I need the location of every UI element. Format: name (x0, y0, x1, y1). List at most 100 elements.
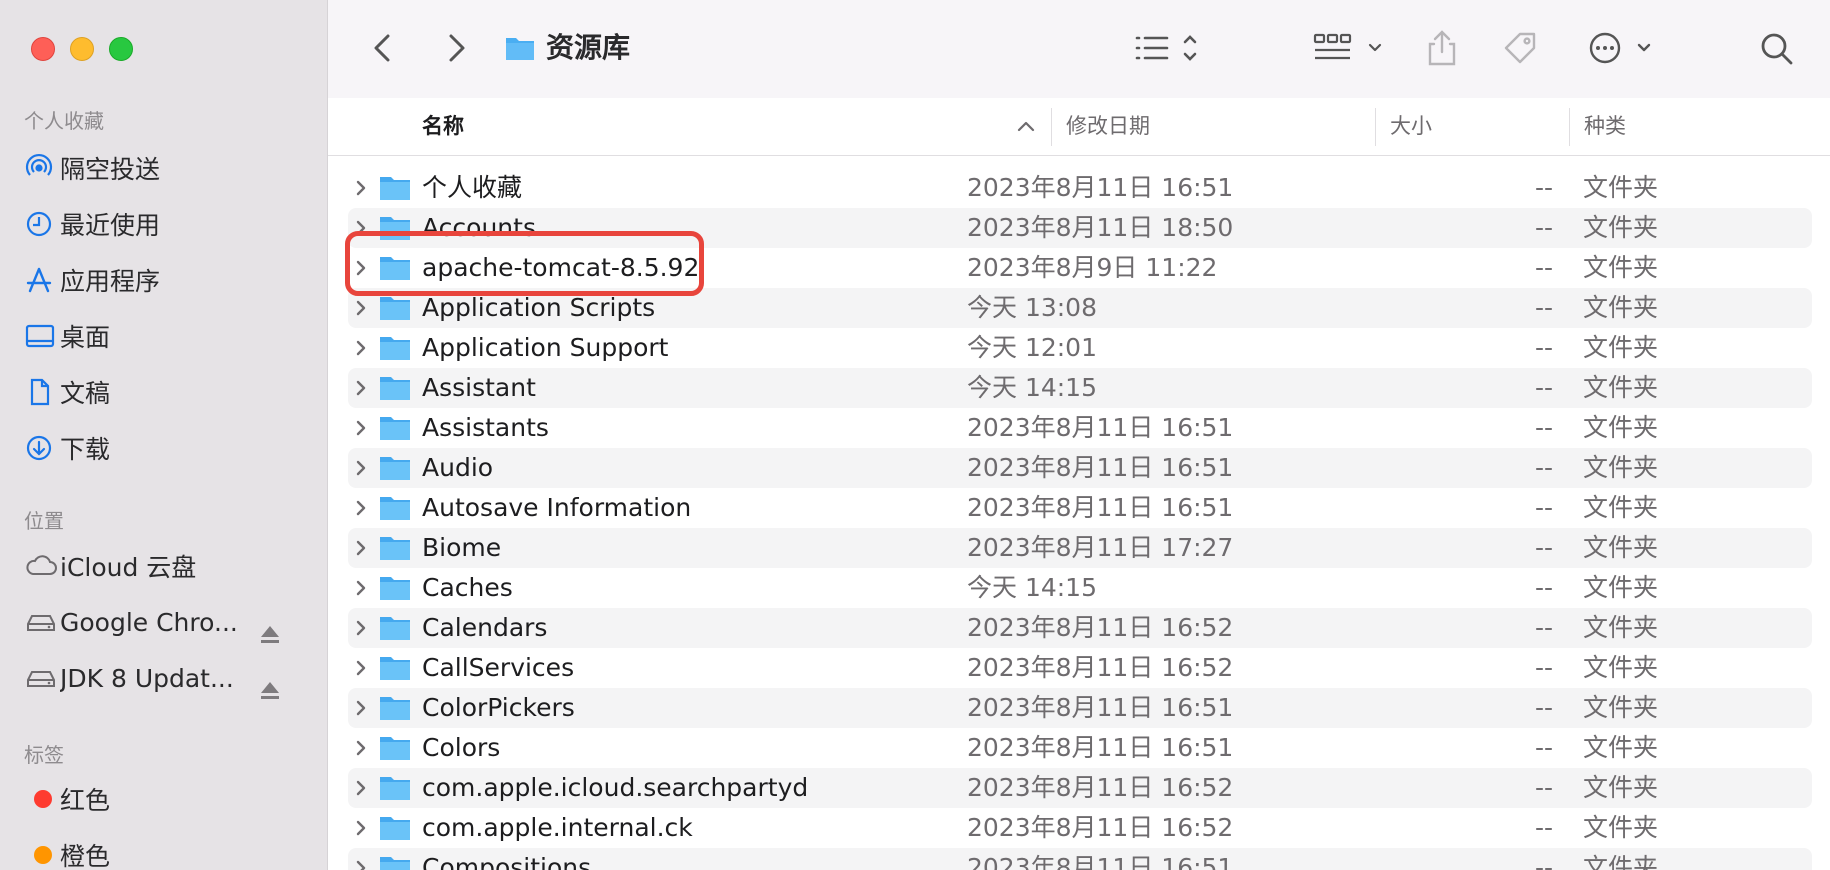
disclosure-chevron-icon[interactable] (353, 218, 369, 238)
file-row[interactable]: Accounts 2023年8月11日 18:50 -- 文件夹 (348, 208, 1812, 248)
file-name: com.apple.icloud.searchpartyd (422, 773, 809, 802)
disclosure-chevron-icon[interactable] (353, 418, 369, 438)
sidebar-item-documents[interactable]: 文稿 (24, 372, 314, 412)
forward-button[interactable] (441, 24, 471, 72)
file-date: 2023年8月11日 16:51 (967, 853, 1234, 870)
disclosure-chevron-icon[interactable] (353, 738, 369, 758)
file-date: 2023年8月11日 16:52 (967, 813, 1234, 842)
search-icon[interactable] (1759, 24, 1795, 72)
file-row[interactable]: 个人收藏 2023年8月11日 16:51 -- 文件夹 (348, 168, 1812, 208)
zoom-button[interactable] (109, 37, 133, 61)
file-row[interactable]: Audio 2023年8月11日 16:51 -- 文件夹 (348, 448, 1812, 488)
disclosure-chevron-icon[interactable] (353, 458, 369, 478)
file-row[interactable]: Compositions 2023年8月11日 16:51 -- 文件夹 (348, 848, 1812, 870)
file-row[interactable]: Calendars 2023年8月11日 16:52 -- 文件夹 (348, 608, 1812, 648)
file-kind: 文件夹 (1583, 173, 1659, 202)
file-date: 2023年8月11日 18:50 (967, 213, 1234, 242)
sidebar-item-desktop[interactable]: 桌面 (24, 316, 314, 356)
column-header-name[interactable]: 名称 (422, 98, 464, 155)
file-row[interactable]: Caches 今天 14:15 -- 文件夹 (348, 568, 1812, 608)
file-row[interactable]: Biome 2023年8月11日 17:27 -- 文件夹 (348, 528, 1812, 568)
file-date: 2023年8月11日 16:51 (967, 173, 1234, 202)
disclosure-chevron-icon[interactable] (353, 498, 369, 518)
sidebar-item-tag-red[interactable]: 红色 (24, 779, 314, 819)
file-size: -- (1535, 693, 1554, 722)
file-kind: 文件夹 (1583, 453, 1659, 482)
file-row[interactable]: CallServices 2023年8月11日 16:52 -- 文件夹 (348, 648, 1812, 688)
file-row[interactable]: com.apple.icloud.searchpartyd 2023年8月11日 … (348, 768, 1812, 808)
desktop-icon (24, 320, 60, 352)
file-row[interactable]: Assistants 2023年8月11日 16:51 -- 文件夹 (348, 408, 1812, 448)
disclosure-chevron-icon[interactable] (353, 338, 369, 358)
disclosure-chevron-icon[interactable] (353, 778, 369, 798)
folder-icon (378, 734, 412, 762)
folder-icon (378, 854, 412, 870)
file-name: CallServices (422, 653, 575, 682)
tag-icon[interactable] (1500, 24, 1542, 72)
disclosure-chevron-icon[interactable] (353, 538, 369, 558)
sidebar-item-label: 应用程序 (60, 267, 161, 296)
more-actions-button[interactable] (1587, 24, 1655, 72)
column-divider[interactable] (1569, 108, 1570, 146)
disclosure-chevron-icon[interactable] (353, 378, 369, 398)
file-row[interactable]: com.apple.internal.ck 2023年8月11日 16:52 -- 文… (348, 808, 1812, 848)
file-size: -- (1535, 493, 1554, 522)
sidebar-item-recents[interactable]: 最近使用 (24, 204, 314, 244)
minimize-button[interactable] (70, 37, 94, 61)
file-date: 2023年8月11日 16:52 (967, 773, 1234, 802)
back-button[interactable] (368, 24, 398, 72)
column-header-date[interactable]: 修改日期 (1066, 98, 1150, 155)
file-name: Application Support (422, 333, 669, 362)
column-divider[interactable] (1375, 108, 1376, 146)
share-icon[interactable] (1426, 24, 1458, 72)
file-row[interactable]: Colors 2023年8月11日 16:51 -- 文件夹 (348, 728, 1812, 768)
sidebar-item-icloud[interactable]: iCloud 云盘 (24, 546, 314, 586)
file-name: Assistants (422, 413, 549, 442)
disclosure-chevron-icon[interactable] (353, 698, 369, 718)
disclosure-chevron-icon[interactable] (353, 858, 369, 870)
file-size: -- (1535, 613, 1554, 642)
file-row[interactable]: ColorPickers 2023年8月11日 16:51 -- 文件夹 (348, 688, 1812, 728)
disclosure-chevron-icon[interactable] (353, 258, 369, 278)
file-date: 2023年8月11日 17:27 (967, 533, 1234, 562)
sidebar-item-applications[interactable]: 应用程序 (24, 260, 314, 300)
folder-icon (378, 574, 412, 602)
eject-icon[interactable] (258, 679, 282, 705)
sort-ascending-icon[interactable] (1016, 118, 1036, 138)
file-row[interactable]: Application Scripts 今天 13:08 -- 文件夹 (348, 288, 1812, 328)
disclosure-chevron-icon[interactable] (353, 178, 369, 198)
file-row[interactable]: Assistant 今天 14:15 -- 文件夹 (348, 368, 1812, 408)
disclosure-chevron-icon[interactable] (353, 618, 369, 638)
column-divider[interactable] (1051, 108, 1052, 146)
sidebar-item-tag-orange[interactable]: 橙色 (24, 835, 314, 870)
file-date: 2023年8月11日 16:52 (967, 613, 1234, 642)
file-size: -- (1535, 253, 1554, 282)
disclosure-chevron-icon[interactable] (353, 578, 369, 598)
disclosure-chevron-icon[interactable] (353, 658, 369, 678)
folder-icon (378, 374, 412, 402)
group-button[interactable] (1312, 24, 1386, 72)
file-row[interactable]: Application Support 今天 12:01 -- 文件夹 (348, 328, 1812, 368)
file-row[interactable]: Autosave Information 2023年8月11日 16:51 -- 文件… (348, 488, 1812, 528)
column-header-size[interactable]: 大小 (1390, 98, 1432, 155)
cloud-icon (24, 550, 60, 582)
file-name: Colors (422, 733, 501, 762)
sidebar-item-downloads[interactable]: 下载 (24, 428, 314, 468)
sidebar-item-label: iCloud 云盘 (60, 553, 197, 582)
favorites-section-title: 个人收藏 (24, 109, 104, 133)
sidebar-item-airdrop[interactable]: 隔空投送 (24, 148, 314, 188)
sidebar-item-label: 橙色 (60, 842, 111, 870)
file-name: 个人收藏 (422, 173, 523, 202)
file-size: -- (1535, 293, 1554, 322)
file-date: 今天 14:15 (967, 573, 1097, 602)
eject-icon[interactable] (258, 623, 282, 649)
list-view-button[interactable] (1133, 24, 1203, 72)
file-name: Caches (422, 573, 513, 602)
disclosure-chevron-icon[interactable] (353, 818, 369, 838)
close-button[interactable] (31, 37, 55, 61)
disclosure-chevron-icon[interactable] (353, 298, 369, 318)
file-row[interactable]: apache-tomcat-8.5.92 2023年8月9日 11:22 -- 文件夹 (348, 248, 1812, 288)
file-name: Biome (422, 533, 502, 562)
column-header-kind[interactable]: 种类 (1584, 98, 1626, 155)
file-kind: 文件夹 (1583, 533, 1659, 562)
